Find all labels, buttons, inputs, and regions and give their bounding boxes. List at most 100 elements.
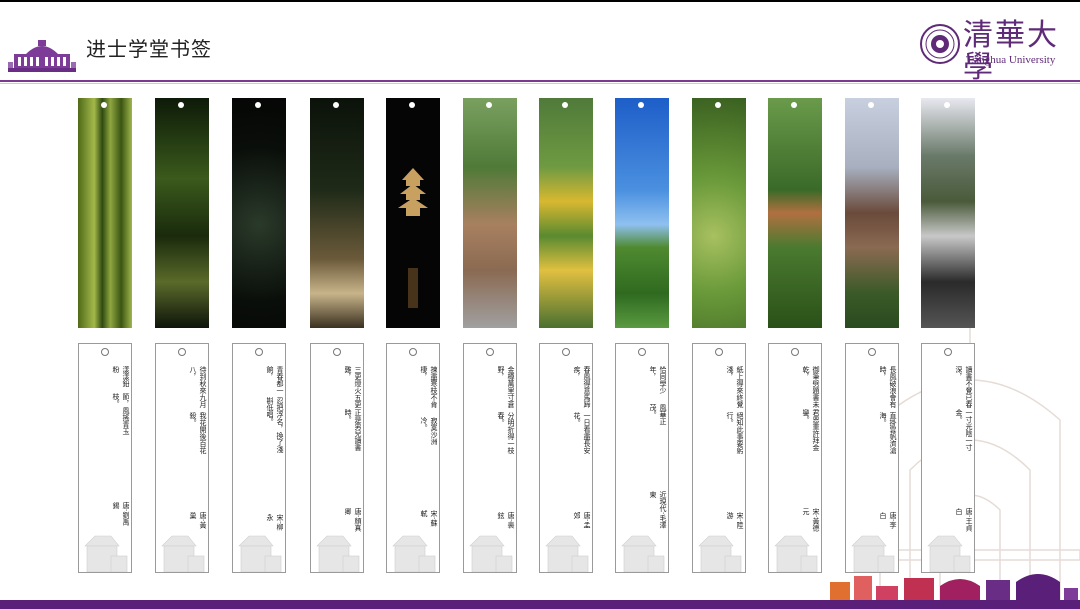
- punch-hole: [638, 102, 644, 108]
- punch-hole: [791, 102, 797, 108]
- punch-hole: [255, 102, 261, 108]
- punch-hole: [715, 102, 721, 108]
- poem-line-1: 青春都一餉，: [266, 366, 284, 394]
- poem-text: 三更燈火五更雞， 正是男兒讀書時。 唐·顏真卿: [311, 366, 363, 531]
- house-outline-icon: [774, 535, 818, 572]
- poem-line-2: 一寸光陰一寸金。: [955, 409, 973, 452]
- pagoda-icon: [398, 168, 428, 308]
- page-title: 进士学堂书签: [86, 37, 212, 61]
- bookmark-image-rooftops[interactable]: [845, 98, 899, 328]
- poem-line-1: 御筆劈題書未乾，: [802, 366, 820, 408]
- poem-author: 唐·王貞白: [955, 507, 973, 531]
- poem-line-2: 正是男兒讀書時。: [344, 409, 362, 452]
- punch-hole: [944, 348, 952, 356]
- bookmark-text-night-stairs[interactable]: 三更燈火五更雞， 正是男兒讀書時。 唐·顏真卿: [310, 343, 364, 573]
- poem-author: 唐·李白: [879, 512, 897, 529]
- bookmark-text-courtyard[interactable]: 金樽萬里寸蒼野， 分明折得一枝春。 唐·裴鉉: [463, 343, 517, 573]
- poem-text: 金樽萬里寸蒼野， 分明折得一枝春。 唐·裴鉉: [464, 366, 516, 531]
- bookmark-image-fruit-tree[interactable]: [768, 98, 822, 328]
- poem-line-2: 我花開後百花殺。: [189, 411, 207, 454]
- punch-hole: [178, 102, 184, 108]
- punch-hole: [409, 348, 417, 356]
- poem-author: 唐·劉禹錫: [112, 501, 130, 526]
- house-outline-icon: [621, 535, 665, 572]
- bookmark-image-grapes[interactable]: [692, 98, 746, 328]
- bookmark-text-rooftops[interactable]: 長風破浪會有時， 直掛雲帆濟滄海。 唐·李白: [845, 343, 899, 573]
- house-outline-icon: [545, 535, 589, 572]
- poem-author: 宋·陸游: [726, 512, 744, 529]
- poem-line-1: 恰同學少年，: [649, 366, 667, 394]
- bookmark-text-old-house[interactable]: 讀書不覺已春深， 一寸光陰一寸金。 唐·王貞白: [921, 343, 975, 573]
- punch-hole: [333, 102, 339, 108]
- poem-line-2: 分明折得一枝春。: [497, 411, 515, 454]
- bookmark-text-night-pagoda[interactable]: 揀盡寒枝不肯棲， 寂寞沙洲冷。 宋·蘇軾: [386, 343, 440, 573]
- poem-line-1: 待到秋來九月八，: [189, 366, 207, 408]
- header-divider-thin: [0, 83, 1080, 84]
- bookmark-text-blue-sky[interactable]: 恰同學少年， 風華正茂。 近現代·毛澤東: [615, 343, 669, 573]
- poem-line-1: 長風破浪會有時，: [879, 366, 897, 408]
- punch-hole: [333, 348, 341, 356]
- bookmark-image-night-pagoda[interactable]: [386, 98, 440, 328]
- poem-author: 宋·黃德元: [802, 507, 820, 531]
- punch-hole: [255, 348, 263, 356]
- bookmark-image-night-bamboo[interactable]: [155, 98, 209, 328]
- house-outline-icon: [238, 535, 282, 572]
- poem-text: 恰同學少年， 風華正茂。 近現代·毛澤東: [616, 366, 668, 531]
- poem-author: 宋·柳永: [266, 513, 284, 531]
- poem-line-2: 君恩重許拜金鑾。: [802, 409, 820, 452]
- bookmark-image-sunflowers[interactable]: [539, 98, 593, 328]
- university-name-en: Tsinghua University: [966, 54, 1056, 66]
- footer-bar: [0, 600, 1080, 609]
- house-outline-icon: [469, 535, 513, 572]
- poem-line-2: 絕知此事要躬行。: [726, 411, 744, 454]
- poem-text: 漾漾鉛粉 節，風搖青玉枝。 唐·劉禹錫: [79, 366, 131, 531]
- bookmark-text-grapes[interactable]: 紙上得來終覺淺， 絕知此事要躬行。 宋·陸游: [692, 343, 746, 573]
- bookmark-text-fruit-tree[interactable]: 御筆劈題書未乾， 君恩重許拜金鑾。 宋·黃德元: [768, 343, 822, 573]
- tsinghua-gate-logo: [8, 40, 76, 72]
- punch-hole: [562, 102, 568, 108]
- poem-text: 待到秋來九月八， 我花開後百花殺。 唐·黃巢: [156, 366, 208, 531]
- punch-hole: [868, 348, 876, 356]
- punch-hole: [944, 102, 950, 108]
- bookmark-text-night-bamboo[interactable]: 待到秋來九月八， 我花開後百花殺。 唐·黃巢: [155, 343, 209, 573]
- bookmark-image-old-house[interactable]: [921, 98, 975, 328]
- poem-line-1: 揀盡寒枝不肯棲，: [420, 366, 438, 408]
- poem-text: 讀書不覺已春深， 一寸光陰一寸金。 唐·王貞白: [922, 366, 974, 531]
- bookmark-text-bamboo[interactable]: 漾漾鉛粉 節，風搖青玉枝。 唐·劉禹錫: [78, 343, 132, 573]
- poem-text: 紙上得來終覺淺， 絕知此事要躬行。 宋·陸游: [693, 366, 745, 531]
- bookmark-image-bamboo[interactable]: [78, 98, 132, 328]
- punch-hole: [562, 348, 570, 356]
- poem-author: 唐·裴鉉: [497, 512, 515, 529]
- bookmark-image-blue-sky[interactable]: [615, 98, 669, 328]
- poem-line-2: 忍把浮名，換了淺斟低唱。: [266, 396, 284, 453]
- punch-hole: [409, 102, 415, 108]
- bookmark-image-courtyard[interactable]: [463, 98, 517, 328]
- punch-hole: [638, 348, 646, 356]
- bookmark-image-night-stairs[interactable]: [310, 98, 364, 328]
- punch-hole: [101, 348, 109, 356]
- poem-line-1: 紙上得來終覺淺，: [726, 366, 744, 408]
- house-outline-icon: [84, 535, 128, 572]
- bookmark-text-night-lights[interactable]: 青春都一餉， 忍把浮名，換了淺斟低唱。 宋·柳永: [232, 343, 286, 573]
- poem-line-2: 一日看盡長安花。: [573, 411, 591, 454]
- punch-hole: [178, 348, 186, 356]
- punch-hole: [791, 348, 799, 356]
- university-name-cn: 清華大學: [963, 18, 1059, 85]
- bookmark-text-sunflowers[interactable]: 春風得意馬蹄疾， 一日看盡長安花。 唐·孟郊: [539, 343, 593, 573]
- poem-text: 揀盡寒枝不肯棲， 寂寞沙洲冷。 宋·蘇軾: [387, 366, 439, 531]
- poem-line-1: 三更燈火五更雞，: [344, 366, 362, 408]
- poem-line-1: 金樽萬里寸蒼野，: [497, 366, 515, 408]
- header: 进士学堂书签 清華大學 Tsinghua University: [0, 0, 1080, 84]
- poem-text: 御筆劈題書未乾， 君恩重許拜金鑾。 宋·黃德元: [769, 366, 821, 531]
- punch-hole: [868, 102, 874, 108]
- punch-hole: [715, 348, 723, 356]
- poem-author: 唐·黃巢: [189, 512, 207, 529]
- house-outline-icon: [392, 535, 436, 572]
- poem-line-1: 春風得意馬蹄疾，: [573, 366, 591, 408]
- poem-line-1: 漾漾鉛粉: [112, 366, 130, 387]
- poem-author: 宋·蘇軾: [420, 509, 438, 527]
- poem-author: 唐·顏真卿: [344, 507, 362, 531]
- poem-line-2: 節，風搖青玉枝。: [112, 392, 130, 435]
- poem-line-2: 直掛雲帆濟滄海。: [879, 411, 897, 454]
- bookmark-image-night-lights[interactable]: [232, 98, 286, 328]
